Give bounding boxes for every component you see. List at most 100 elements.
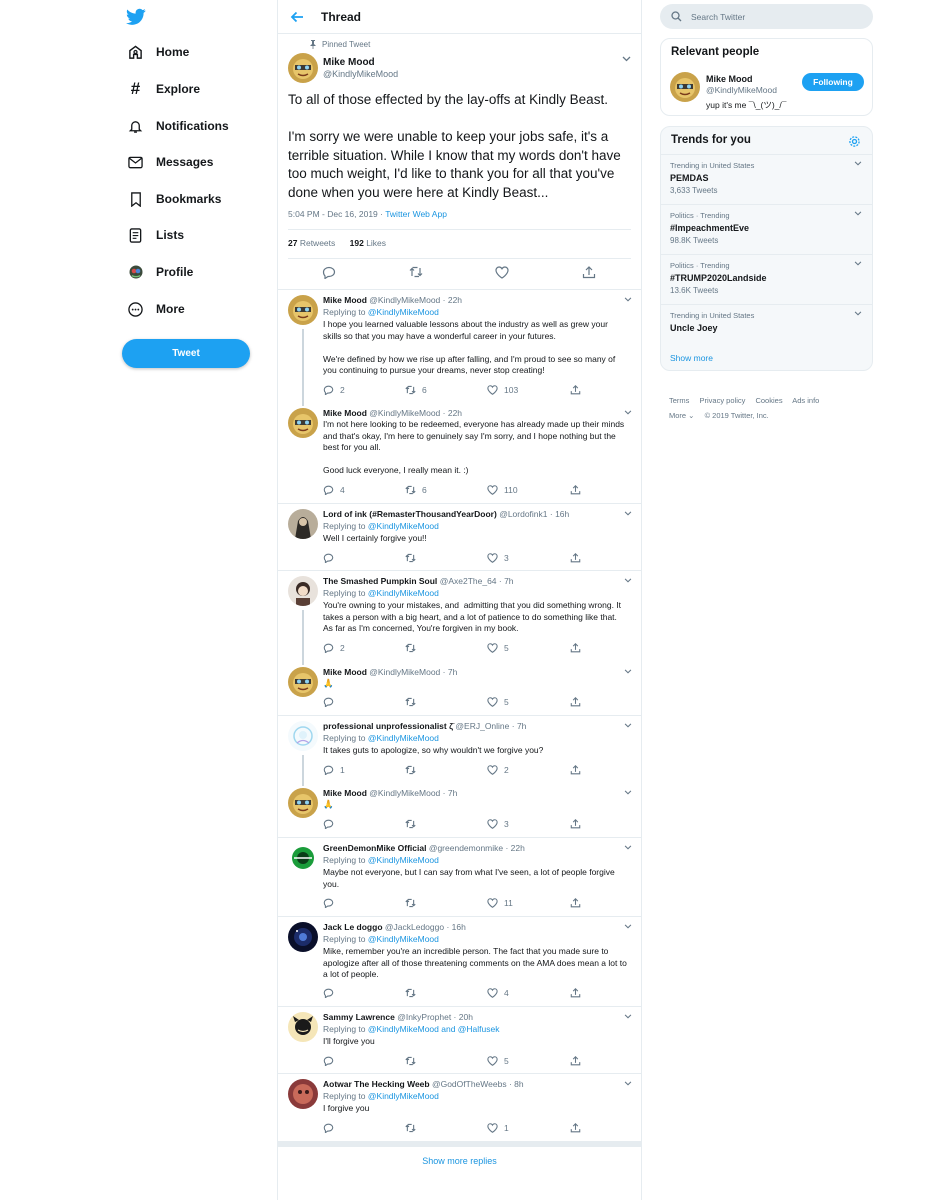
show-more-replies-link[interactable]: Show more replies xyxy=(278,1156,641,1166)
like-button[interactable]: 3 xyxy=(487,819,509,829)
footer-link-cookies[interactable]: Cookies xyxy=(755,396,782,405)
trend-item[interactable]: Politics · Trending #TRUMP2020Landside 1… xyxy=(661,254,872,295)
replying-to-handle[interactable]: @KindlyMikeMood xyxy=(368,855,439,865)
chevron-down-icon[interactable] xyxy=(854,211,862,216)
avatar[interactable] xyxy=(288,408,318,438)
reply-button[interactable]: 4 xyxy=(323,485,345,495)
footer-link-terms[interactable]: Terms xyxy=(669,396,689,405)
like-button[interactable]: 11 xyxy=(487,898,513,908)
like-button[interactable]: 5 xyxy=(487,697,509,707)
avatar[interactable] xyxy=(288,788,318,818)
share-icon[interactable] xyxy=(582,266,596,279)
trend-item[interactable]: Trending in United States Uncle Joey xyxy=(661,304,872,336)
retweet-button[interactable] xyxy=(405,643,422,653)
like-button[interactable]: 5 xyxy=(487,643,509,653)
search-input[interactable]: Search Twitter xyxy=(660,4,873,29)
avatar[interactable] xyxy=(288,667,318,697)
avatar[interactable] xyxy=(288,509,318,539)
share-button[interactable] xyxy=(570,1123,581,1133)
chevron-down-icon[interactable] xyxy=(624,578,632,583)
reply-handle-time[interactable]: @InkyProphet · 20h xyxy=(397,1012,473,1022)
avatar[interactable] xyxy=(288,295,318,325)
retweet-button[interactable] xyxy=(405,697,422,707)
reply-handle-time[interactable]: @Axe2The_64 · 7h xyxy=(440,576,514,586)
chevron-down-icon[interactable] xyxy=(624,723,632,728)
nav-messages[interactable]: Messages xyxy=(127,150,213,174)
reply-author-name[interactable]: Aotwar The Hecking Weeb xyxy=(323,1079,430,1089)
retweet-button[interactable] xyxy=(405,1056,422,1066)
reply-icon[interactable] xyxy=(322,266,336,279)
share-button[interactable] xyxy=(570,385,581,395)
reply-button[interactable] xyxy=(323,553,340,563)
like-button[interactable]: 3 xyxy=(487,553,509,563)
reply-author-name[interactable]: Sammy Lawrence xyxy=(323,1012,395,1022)
chevron-down-icon[interactable] xyxy=(624,410,632,415)
avatar[interactable] xyxy=(288,721,318,751)
reply-button[interactable] xyxy=(323,697,340,707)
chevron-down-icon[interactable] xyxy=(622,56,631,62)
retweet-button[interactable] xyxy=(405,1123,422,1133)
chevron-down-icon[interactable] xyxy=(624,1014,632,1019)
replying-to-handle[interactable]: @KindlyMikeMood and @Halfusek xyxy=(368,1024,500,1034)
retweet-button[interactable] xyxy=(405,898,422,908)
avatar[interactable] xyxy=(670,72,700,102)
chevron-down-icon[interactable] xyxy=(624,924,632,929)
reply-button[interactable]: 2 xyxy=(323,643,345,653)
replying-to-handle[interactable]: @KindlyMikeMood xyxy=(368,588,439,598)
reply-author-name[interactable]: Mike Mood xyxy=(323,667,367,677)
chevron-down-icon[interactable] xyxy=(624,669,632,674)
author-name[interactable]: Mike Mood xyxy=(323,57,375,68)
trend-item[interactable]: Trending in United States PEMDAS 3,633 T… xyxy=(661,154,872,195)
avatar[interactable] xyxy=(288,576,318,606)
retweet-icon[interactable] xyxy=(409,266,423,278)
reply-handle-time[interactable]: @KindlyMikeMood · 7h xyxy=(369,667,457,677)
reply-button[interactable] xyxy=(323,988,340,998)
tweet-button[interactable]: Tweet xyxy=(122,339,250,368)
replying-to-handle[interactable]: @KindlyMikeMood xyxy=(368,733,439,743)
share-button[interactable] xyxy=(570,988,581,998)
replying-to-handle[interactable]: @KindlyMikeMood xyxy=(368,521,439,531)
nav-bookmarks[interactable]: Bookmarks xyxy=(127,187,221,211)
retweet-button[interactable]: 6 xyxy=(405,385,427,395)
author-handle[interactable]: @KindlyMikeMood xyxy=(323,69,398,79)
chevron-down-icon[interactable] xyxy=(624,845,632,850)
share-button[interactable] xyxy=(570,765,581,775)
retweet-button[interactable] xyxy=(405,819,422,829)
chevron-down-icon[interactable] xyxy=(854,261,862,266)
gear-icon[interactable] xyxy=(848,135,861,148)
reply-author-name[interactable]: GreenDemonMike Official xyxy=(323,843,426,853)
twitter-logo-icon[interactable] xyxy=(126,8,146,26)
reply-button[interactable] xyxy=(323,1056,340,1066)
tweet-timestamp[interactable]: 5:04 PM - Dec 16, 2019 · xyxy=(288,209,385,219)
footer-link-privacy[interactable]: Privacy policy xyxy=(700,396,746,405)
likes-stat[interactable]: 192 Likes xyxy=(350,238,386,248)
nav-notifications[interactable]: Notifications xyxy=(127,114,229,138)
replying-to-handle[interactable]: @KindlyMikeMood xyxy=(368,307,439,317)
chevron-down-icon[interactable] xyxy=(624,790,632,795)
avatar[interactable] xyxy=(288,843,318,873)
like-button[interactable]: 110 xyxy=(487,485,518,495)
share-button[interactable] xyxy=(570,1056,581,1066)
reply-handle-time[interactable]: @KindlyMikeMood · 22h xyxy=(369,295,462,305)
back-arrow-icon[interactable] xyxy=(290,10,304,24)
reply-button[interactable]: 2 xyxy=(323,385,345,395)
like-button[interactable]: 2 xyxy=(487,765,509,775)
relevant-person-name[interactable]: Mike Mood xyxy=(706,74,753,84)
tweet-source[interactable]: Twitter Web App xyxy=(385,209,447,219)
reply-author-name[interactable]: Jack Le doggo xyxy=(323,922,383,932)
reply-author-name[interactable]: Mike Mood xyxy=(323,295,367,305)
like-button[interactable]: 1 xyxy=(487,1123,509,1133)
relevant-person-handle[interactable]: @KindlyMikeMood xyxy=(706,85,777,95)
trends-show-more-link[interactable]: Show more xyxy=(670,353,713,363)
retweets-stat[interactable]: 27 Retweets xyxy=(288,238,335,248)
reply-button[interactable] xyxy=(323,819,340,829)
retweet-button[interactable] xyxy=(405,988,422,998)
reply-author-name[interactable]: professional unprofessionalist ζ̈ xyxy=(323,721,453,731)
heart-icon[interactable] xyxy=(495,266,509,279)
avatar[interactable] xyxy=(288,1012,318,1042)
share-button[interactable] xyxy=(570,819,581,829)
nav-lists[interactable]: Lists xyxy=(127,223,184,247)
reply-button[interactable]: 1 xyxy=(323,765,345,775)
retweet-button[interactable] xyxy=(405,765,422,775)
avatar[interactable] xyxy=(288,53,318,83)
